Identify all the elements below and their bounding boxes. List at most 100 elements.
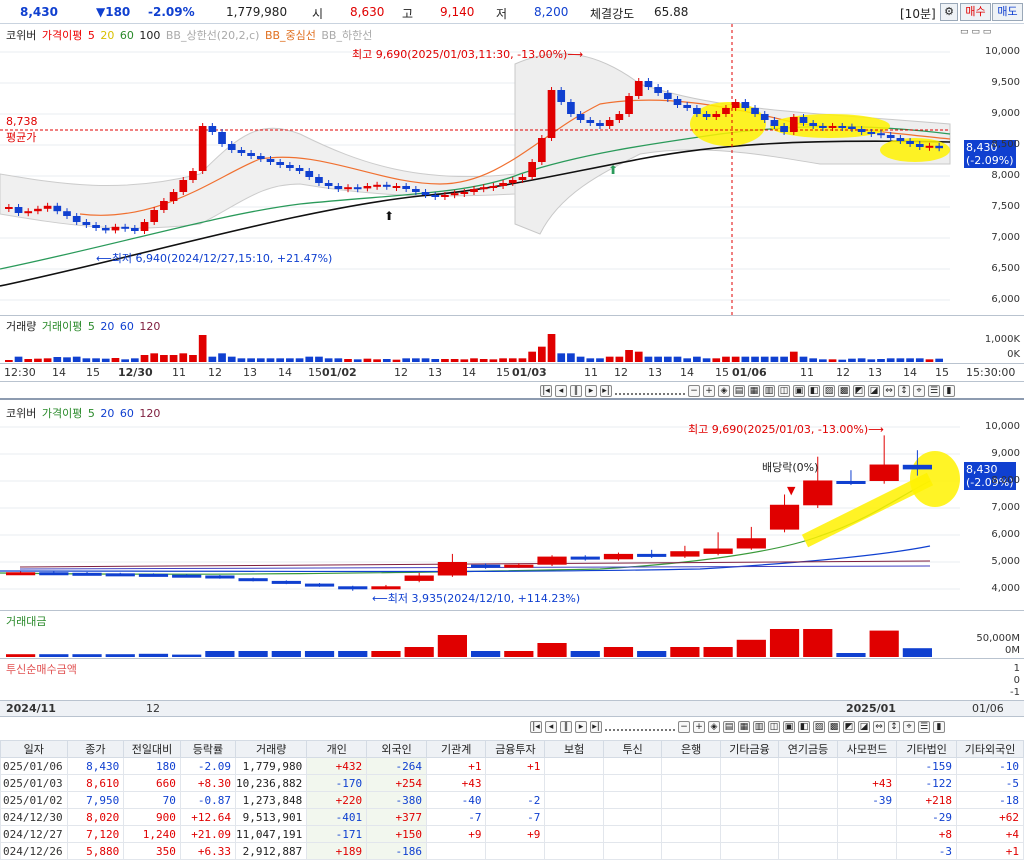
chart-tool-icon[interactable]: ◪ bbox=[858, 721, 870, 733]
column-header[interactable]: 일자 bbox=[0, 740, 68, 758]
panel-divider[interactable] bbox=[0, 398, 1024, 400]
chart-tool-icon[interactable]: ▦ bbox=[738, 721, 750, 733]
chart-tool-icon[interactable]: ◧ bbox=[798, 721, 810, 733]
volume-bar bbox=[935, 358, 943, 362]
zoom-out-icon[interactable]: − bbox=[688, 385, 700, 397]
column-header[interactable]: 종가 bbox=[66, 740, 125, 758]
chart-tool-icon[interactable]: ◩ bbox=[853, 385, 865, 397]
column-header[interactable]: 기타법인 bbox=[896, 740, 958, 758]
first-icon[interactable]: |◂ bbox=[540, 385, 552, 397]
zoom-out-icon[interactable]: − bbox=[678, 721, 690, 733]
last-icon[interactable]: ▸| bbox=[590, 721, 602, 733]
chart-tool-icon[interactable]: ▦ bbox=[748, 385, 760, 397]
chart-tool-icon[interactable]: ▩ bbox=[838, 385, 850, 397]
gear-icon[interactable]: ⚙ bbox=[940, 3, 958, 21]
prev-icon[interactable]: ◂ bbox=[545, 721, 557, 733]
column-header[interactable]: 거래량 bbox=[235, 740, 308, 758]
table-row[interactable]: 025/01/03 8,610 660 +8.30 10,236,882 -170 +254… bbox=[0, 774, 1024, 792]
daily-toolbar[interactable]: |◂ ◂ ‖ ▸ ▸| − + ◈ ▤ ▦ ▥ ◫ ▣ ◧ ▨ ▩ ◩ ◪ ⇔ ↕ ⌖ ☰ ▮ bbox=[530, 718, 945, 736]
chart-tool-icon[interactable]: ◪ bbox=[868, 385, 880, 397]
chart-tool-icon[interactable]: ▨ bbox=[813, 721, 825, 733]
candle bbox=[53, 205, 62, 212]
chart-tool-icon[interactable]: ◫ bbox=[778, 385, 790, 397]
column-header[interactable]: 기타외국인 bbox=[956, 740, 1024, 758]
column-header[interactable]: 보험 bbox=[544, 740, 604, 758]
volume-bar bbox=[431, 359, 440, 362]
table-cell bbox=[778, 808, 838, 826]
y-tick: 7,500 bbox=[991, 201, 1020, 212]
chart-tool-icon[interactable]: ▮ bbox=[943, 385, 955, 397]
pause-icon[interactable]: ‖ bbox=[570, 385, 582, 397]
chart-tool-icon[interactable]: ▣ bbox=[793, 385, 805, 397]
chart-tool-icon[interactable]: ⇔ bbox=[883, 385, 895, 397]
daily-candle bbox=[504, 564, 534, 568]
chart-tool-icon[interactable]: ▣ bbox=[783, 721, 795, 733]
volume-bar bbox=[586, 358, 595, 362]
chart-tool-icon[interactable]: ▨ bbox=[823, 385, 835, 397]
chart-tool-icon[interactable]: ▤ bbox=[723, 721, 735, 733]
institutional-net-buy-panel[interactable]: 투신순매수금액 1 0 -1 bbox=[0, 659, 1024, 701]
chart-tool-icon[interactable]: ▥ bbox=[763, 385, 775, 397]
next-icon[interactable]: ▸ bbox=[585, 385, 597, 397]
amount-bar bbox=[869, 630, 899, 657]
chart-tool-icon[interactable]: ⇔ bbox=[873, 721, 885, 733]
table-row[interactable]: 025/01/02 7,950 70 -0.87 1,273,848 +220 -380 -4… bbox=[0, 791, 1024, 809]
zoom-slider[interactable] bbox=[615, 387, 685, 395]
first-icon[interactable]: |◂ bbox=[530, 721, 542, 733]
chart-tool-icon[interactable]: ▩ bbox=[828, 721, 840, 733]
column-header[interactable]: 기타금융 bbox=[719, 740, 780, 758]
daily-price-panel[interactable]: 코위버 가격이평 5 20 60 120 ▼ 최고 9,690(2025/01/… bbox=[0, 401, 1024, 611]
chart-tool-icon[interactable]: ▥ bbox=[753, 721, 765, 733]
buy-button[interactable]: 매수 bbox=[960, 3, 991, 21]
candle bbox=[857, 129, 866, 132]
chart-tool-icon[interactable]: ◈ bbox=[708, 721, 720, 733]
intraday-price-panel[interactable]: 코위버 가격이평 5 20 60 100 BB_상한선(20,2,c) BB_중… bbox=[0, 24, 1024, 316]
table-row[interactable]: 024/12/30 8,020 900 +12.64 9,513,901 -401 +377… bbox=[0, 808, 1024, 826]
candle bbox=[276, 162, 285, 165]
table-cell bbox=[719, 774, 780, 792]
column-header[interactable]: 전일대비 bbox=[123, 740, 181, 758]
interval-selector[interactable]: [10분] bbox=[900, 5, 936, 22]
zoom-in-icon[interactable]: + bbox=[693, 721, 705, 733]
chart-tool-icon[interactable]: ▤ bbox=[733, 385, 745, 397]
trading-amount-panel[interactable]: 거래대금 50,000M 0M bbox=[0, 611, 1024, 659]
chart-tool-icon[interactable]: ◩ bbox=[843, 721, 855, 733]
x-label: 14 bbox=[462, 366, 476, 379]
column-header[interactable]: 등락률 bbox=[179, 740, 237, 758]
chart-tool-icon[interactable]: ⌖ bbox=[903, 721, 915, 733]
last-icon[interactable]: ▸| bbox=[600, 385, 612, 397]
table-row[interactable]: 024/12/27 7,120 1,240 +21.09 11,047,191 -171 +… bbox=[0, 825, 1024, 843]
zoom-in-icon[interactable]: + bbox=[703, 385, 715, 397]
chart-tool-icon[interactable]: ↕ bbox=[888, 721, 900, 733]
column-header[interactable]: 금융투자 bbox=[485, 740, 546, 758]
zoom-slider[interactable] bbox=[605, 723, 675, 731]
intraday-volume-panel[interactable]: 거래량 거래이평 5 20 60 120 1,000K 0K bbox=[0, 316, 1024, 364]
chart-tool-icon[interactable]: ☰ bbox=[918, 721, 930, 733]
chart-tool-icon[interactable]: ◫ bbox=[768, 721, 780, 733]
chart-tool-icon[interactable]: ◧ bbox=[808, 385, 820, 397]
y-tick: 10,000 bbox=[985, 421, 1020, 432]
price-change: ▼180 bbox=[96, 5, 131, 19]
amount-bar bbox=[902, 648, 932, 657]
column-header[interactable]: 투신 bbox=[602, 740, 663, 758]
column-header[interactable]: 기관계 bbox=[426, 740, 487, 758]
sell-button[interactable]: 매도 bbox=[992, 3, 1023, 21]
table-cell: -3 bbox=[896, 842, 958, 860]
candle bbox=[877, 133, 885, 136]
column-header[interactable]: 사모펀드 bbox=[836, 740, 898, 758]
next-icon[interactable]: ▸ bbox=[575, 721, 587, 733]
chart-tool-icon[interactable]: ⌖ bbox=[913, 385, 925, 397]
chart-tool-icon[interactable]: ☰ bbox=[928, 385, 940, 397]
column-header[interactable]: 개인 bbox=[306, 740, 368, 758]
column-header[interactable]: 은행 bbox=[661, 740, 721, 758]
column-header[interactable]: 연기금등 bbox=[778, 740, 838, 758]
table-row[interactable]: 025/01/06 8,430 180 -2.09 1,779,980 +432 -264 +… bbox=[0, 757, 1024, 775]
table-row[interactable]: 024/12/26 5,880 350 +6.33 2,912,887 +189 -186 -… bbox=[0, 842, 1024, 860]
prev-icon[interactable]: ◂ bbox=[555, 385, 567, 397]
column-header[interactable]: 외국인 bbox=[366, 740, 428, 758]
pause-icon[interactable]: ‖ bbox=[560, 721, 572, 733]
chart-tool-icon[interactable]: ◈ bbox=[718, 385, 730, 397]
chart-tool-icon[interactable]: ↕ bbox=[898, 385, 910, 397]
volume-bar bbox=[499, 358, 507, 362]
chart-tool-icon[interactable]: ▮ bbox=[933, 721, 945, 733]
